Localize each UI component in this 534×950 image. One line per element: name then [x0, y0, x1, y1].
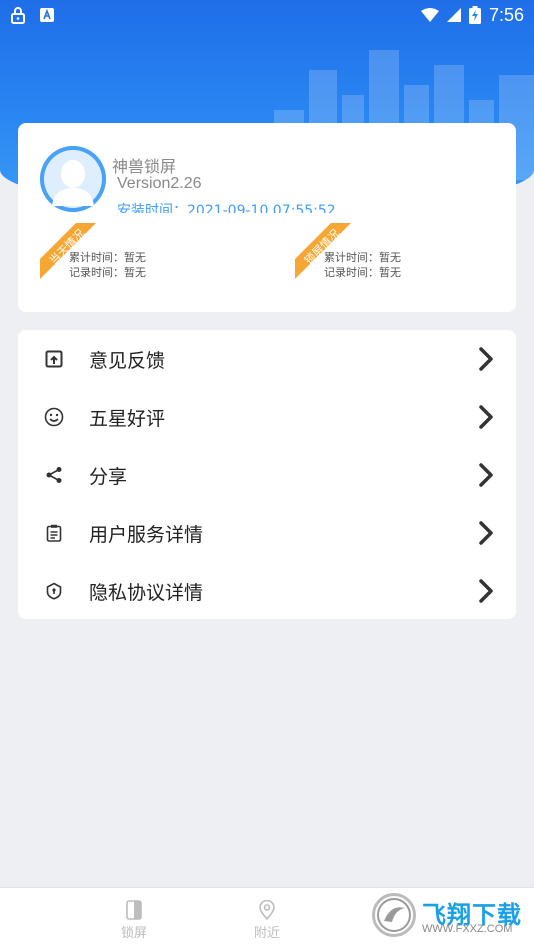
lock-stats: 锁屏情况 累计时间：暂无 记录时间：暂无 — [295, 223, 525, 279]
lock-icon — [11, 7, 25, 24]
app-name: 神兽锁屏 — [112, 157, 177, 176]
menu-label-feedback: 意见反馈 — [89, 349, 166, 372]
install-time: 安装时间：2021-09-10 07:55:52 — [117, 203, 336, 213]
today-record-time: 记录时间：暂无 — [69, 266, 146, 279]
install-time-clip: 安装时间：2021-09-10 07:55:52 — [117, 201, 417, 213]
status-bar: 7:56 — [0, 0, 534, 30]
notification-a-icon — [40, 8, 54, 22]
signal-icon — [446, 8, 461, 22]
clipboard-icon — [44, 523, 64, 543]
watermark-logo-icon — [372, 893, 416, 937]
menu-item-privacy[interactable]: 隐私协议详情 — [18, 562, 516, 620]
location-pin-icon — [237, 899, 297, 921]
user-avatar-icon — [40, 146, 106, 212]
menu-card: 意见反馈 五星好评 分享 用户服务详情 隐私协议详情 — [18, 330, 516, 619]
menu-label-share: 分享 — [89, 465, 128, 488]
shield-icon — [44, 581, 64, 601]
share-icon — [44, 465, 64, 485]
smile-icon — [44, 407, 64, 427]
chevron-right-icon — [479, 347, 493, 371]
nav-label-nearby: 附近 — [253, 926, 280, 941]
lock-total-time: 累计时间：暂无 — [324, 251, 401, 264]
app-version: Version2.26 — [117, 175, 202, 192]
menu-item-feedback[interactable]: 意见反馈 — [18, 330, 516, 388]
menu-label-user-service: 用户服务详情 — [89, 523, 204, 546]
avatar[interactable] — [40, 146, 106, 212]
menu-item-rate[interactable]: 五星好评 — [18, 388, 516, 446]
battery-icon — [468, 6, 481, 24]
wifi-icon — [420, 8, 439, 22]
today-stats: 当天情况 累计时间：暂无 记录时间：暂无 — [40, 223, 270, 279]
menu-label-privacy: 隐私协议详情 — [89, 581, 204, 604]
profile-card: 神兽锁屏 Version2.26 安装时间：2021-09-10 07:55:5… — [18, 123, 516, 312]
lock-screen-icon — [104, 900, 164, 920]
chevron-right-icon — [479, 521, 493, 545]
nav-item-nearby[interactable]: 附近 — [237, 899, 297, 941]
today-total-time: 累计时间：暂无 — [69, 251, 146, 264]
chevron-right-icon — [479, 463, 493, 487]
chevron-right-icon — [479, 579, 493, 603]
watermark-url: WWW.FXXZ.COM — [422, 923, 513, 935]
status-time: 7:56 — [488, 4, 524, 25]
menu-label-rate: 五星好评 — [89, 407, 166, 430]
lock-record-time: 记录时间：暂无 — [324, 266, 401, 279]
feedback-icon — [44, 349, 64, 369]
menu-item-user-service[interactable]: 用户服务详情 — [18, 504, 516, 562]
menu-item-share[interactable]: 分享 — [18, 446, 516, 504]
nav-item-lock-screen[interactable]: 锁屏 — [104, 900, 164, 941]
chevron-right-icon — [479, 405, 493, 429]
site-watermark: 飞翔下载 WWW.FXXZ.COM — [368, 889, 534, 941]
nav-label-lock-screen: 锁屏 — [120, 926, 147, 941]
